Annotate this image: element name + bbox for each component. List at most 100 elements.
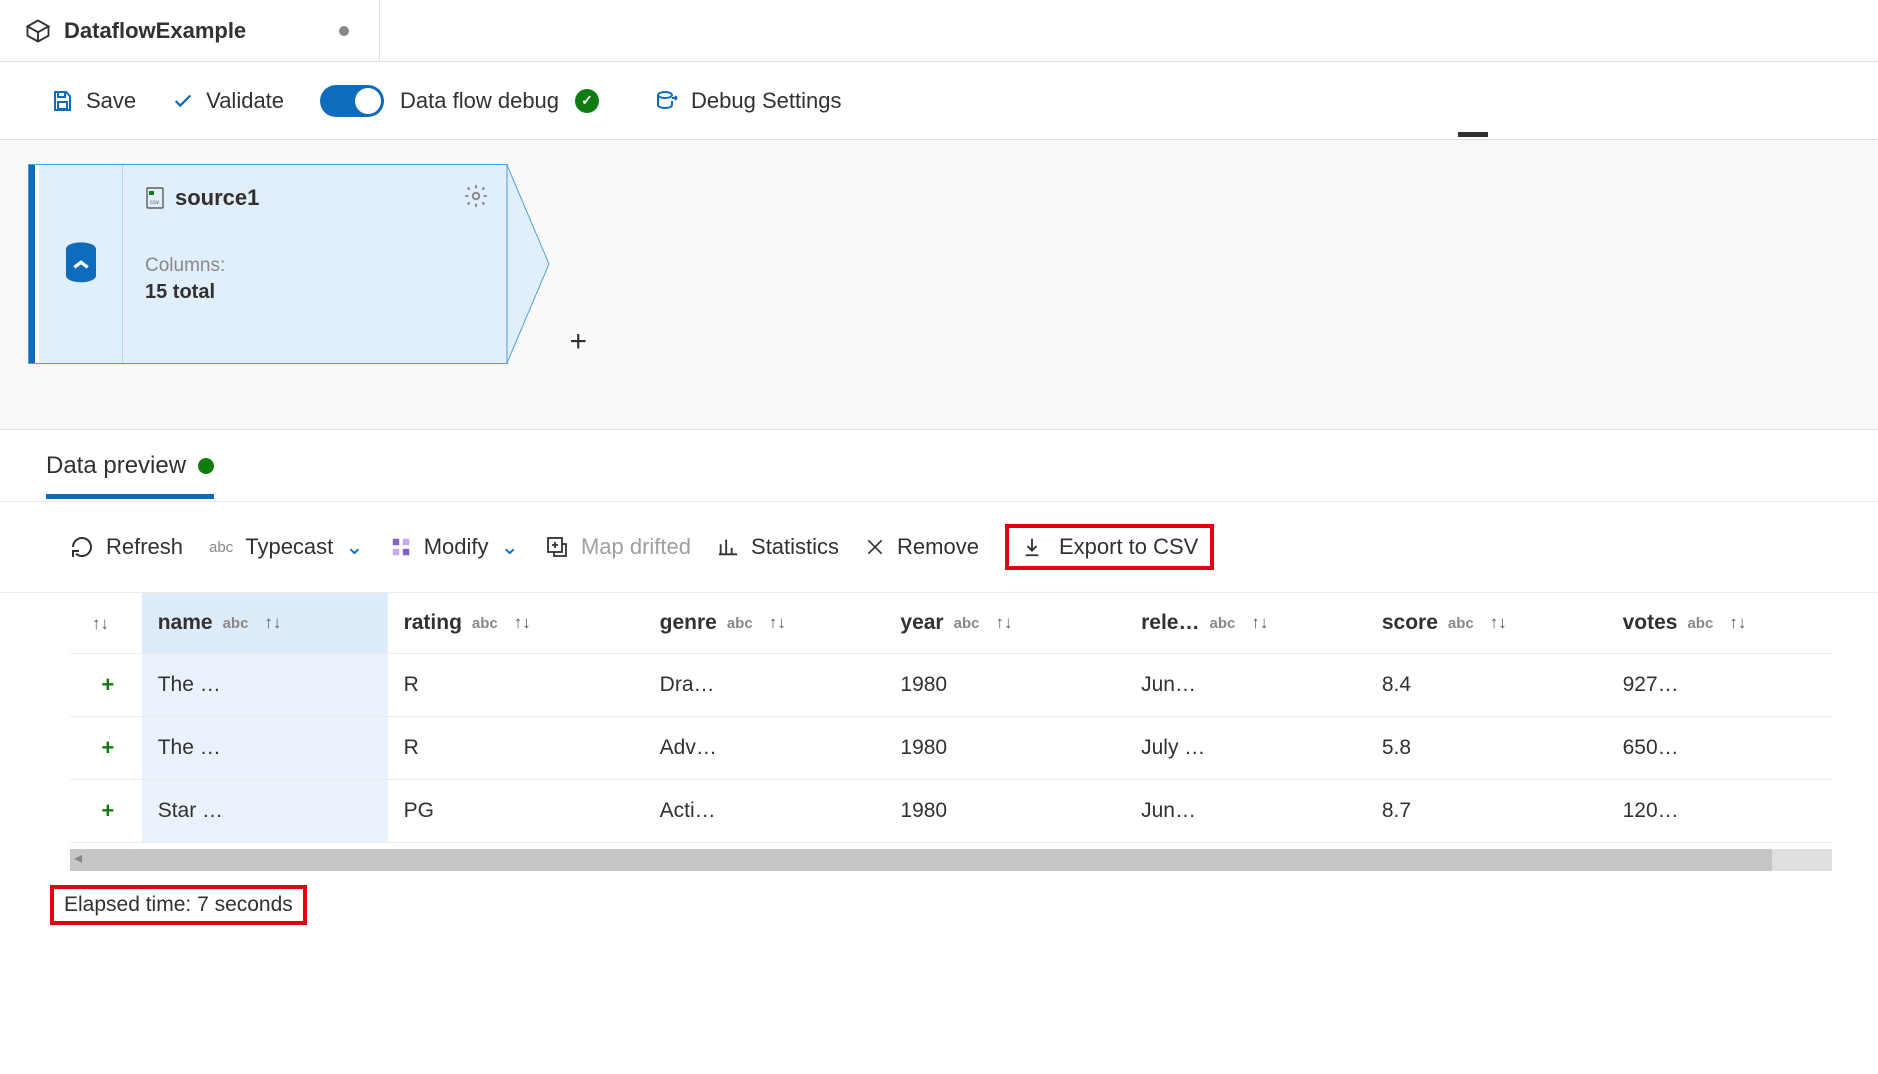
- unsaved-indicator: [339, 26, 349, 36]
- check-icon: [172, 90, 194, 112]
- debug-settings-button[interactable]: Debug Settings: [655, 88, 841, 114]
- close-icon: [865, 537, 885, 557]
- remove-button[interactable]: Remove: [865, 534, 979, 560]
- col-header-score[interactable]: score abc ↑↓: [1366, 593, 1607, 654]
- data-preview-label: Data preview: [46, 452, 186, 480]
- cell-score: 8.4: [1366, 654, 1607, 717]
- database-icon: [61, 240, 101, 288]
- col-label: votes: [1623, 611, 1678, 635]
- debug-toggle[interactable]: [320, 85, 384, 117]
- col-label: name: [158, 611, 213, 635]
- cell-rating: R: [388, 717, 644, 780]
- horizontal-scrollbar[interactable]: [70, 849, 1832, 871]
- cell-name: Star …: [142, 780, 388, 843]
- panel-drag-handle[interactable]: [1458, 132, 1488, 137]
- refresh-icon: [70, 535, 94, 559]
- node-title: source1: [175, 185, 259, 211]
- add-transform-button[interactable]: +: [569, 325, 587, 359]
- expand-row-button[interactable]: +: [70, 717, 142, 780]
- cell-rating: PG: [388, 780, 644, 843]
- map-drifted-button: Map drifted: [545, 534, 691, 560]
- cell-year: 1980: [884, 654, 1125, 717]
- modify-icon: [390, 536, 412, 558]
- remove-label: Remove: [897, 534, 979, 560]
- cell-genre: Adv…: [644, 717, 885, 780]
- row-expand-header[interactable]: ↑↓: [70, 593, 142, 654]
- svg-text:csv: csv: [150, 200, 159, 206]
- type-badge: abc: [727, 615, 753, 632]
- col-header-released[interactable]: rele… abc ↑↓: [1125, 593, 1366, 654]
- refresh-label: Refresh: [106, 534, 183, 560]
- node-icon-col: [39, 165, 123, 363]
- save-icon: [50, 89, 74, 113]
- dataflow-tab-icon: [24, 17, 52, 45]
- type-badge: abc: [1448, 615, 1474, 632]
- typecast-button[interactable]: abc Typecast ⌄: [209, 534, 364, 560]
- chevron-down-icon: ⌄: [501, 534, 519, 560]
- cell-votes: 650…: [1607, 717, 1832, 780]
- source-node[interactable]: csv source1 Columns: 15 total +: [28, 164, 508, 364]
- sort-icon[interactable]: ↑↓: [995, 613, 1012, 633]
- dataflow-canvas[interactable]: csv source1 Columns: 15 total +: [0, 140, 1878, 430]
- cell-year: 1980: [884, 717, 1125, 780]
- settings-export-icon: [655, 89, 679, 113]
- save-label: Save: [86, 88, 136, 114]
- expand-row-button[interactable]: +: [70, 654, 142, 717]
- node-columns-label: Columns:: [145, 255, 485, 277]
- abc-icon: abc: [209, 539, 233, 556]
- type-badge: abc: [223, 615, 249, 632]
- col-header-name[interactable]: name abc ↑↓: [142, 593, 388, 654]
- sort-icon[interactable]: ↑↓: [769, 613, 786, 633]
- typecast-label: Typecast: [245, 534, 333, 560]
- modify-button[interactable]: Modify ⌄: [390, 534, 519, 560]
- download-icon: [1021, 536, 1043, 558]
- type-badge: abc: [1210, 615, 1236, 632]
- modify-label: Modify: [424, 534, 489, 560]
- elapsed-time: Elapsed time: 7 seconds: [50, 885, 307, 925]
- cell-year: 1980: [884, 780, 1125, 843]
- refresh-button[interactable]: Refresh: [70, 534, 183, 560]
- col-label: genre: [660, 611, 717, 635]
- debug-label: Data flow debug: [400, 88, 559, 114]
- tab-title: DataflowExample: [64, 18, 246, 44]
- tab-bar: DataflowExample: [0, 0, 1878, 62]
- col-header-genre[interactable]: genre abc ↑↓: [644, 593, 885, 654]
- debug-status-icon: ✓: [575, 89, 599, 113]
- col-label: rating: [404, 611, 462, 635]
- cell-rating: R: [388, 654, 644, 717]
- table-row[interactable]: + Star … PG Acti… 1980 Jun… 8.7 120…: [70, 780, 1832, 843]
- statistics-icon: [717, 536, 739, 558]
- col-label: rele…: [1141, 611, 1199, 635]
- table-row[interactable]: + The … R Dra… 1980 Jun… 8.4 927…: [70, 654, 1832, 717]
- col-header-year[interactable]: year abc ↑↓: [884, 593, 1125, 654]
- tab-dataflow[interactable]: DataflowExample: [0, 0, 380, 61]
- col-header-votes[interactable]: votes abc ↑↓: [1607, 593, 1832, 654]
- cell-score: 8.7: [1366, 780, 1607, 843]
- cell-votes: 927…: [1607, 654, 1832, 717]
- table-header-row: ↑↓ name abc ↑↓ rating abc ↑↓ genre abc ↑…: [70, 593, 1832, 654]
- sort-icon[interactable]: ↑↓: [1490, 613, 1507, 633]
- chevron-down-icon: ⌄: [345, 534, 363, 560]
- expand-row-button[interactable]: +: [70, 780, 142, 843]
- col-header-rating[interactable]: rating abc ↑↓: [388, 593, 644, 654]
- sort-icon[interactable]: ↑↓: [1729, 613, 1746, 633]
- sort-icon[interactable]: ↑↓: [264, 613, 281, 633]
- type-badge: abc: [472, 615, 498, 632]
- cell-released: July …: [1125, 717, 1366, 780]
- gear-icon[interactable]: [463, 183, 489, 209]
- statistics-button[interactable]: Statistics: [717, 534, 839, 560]
- table-row[interactable]: + The … R Adv… 1980 July … 5.8 650…: [70, 717, 1832, 780]
- cell-genre: Dra…: [644, 654, 885, 717]
- sort-icon[interactable]: ↑↓: [1251, 613, 1268, 633]
- type-badge: abc: [954, 615, 980, 632]
- validate-button[interactable]: Validate: [172, 88, 284, 114]
- node-accent: [29, 165, 39, 363]
- node-body: csv source1 Columns: 15 total: [123, 165, 507, 363]
- map-drifted-label: Map drifted: [581, 534, 691, 560]
- save-button[interactable]: Save: [50, 88, 136, 114]
- scrollbar-track-end: [1772, 849, 1832, 871]
- tab-data-preview[interactable]: Data preview: [46, 452, 214, 499]
- export-csv-button[interactable]: Export to CSV: [1005, 524, 1214, 570]
- node-arrow-shape: [507, 165, 549, 363]
- sort-icon[interactable]: ↑↓: [514, 613, 531, 633]
